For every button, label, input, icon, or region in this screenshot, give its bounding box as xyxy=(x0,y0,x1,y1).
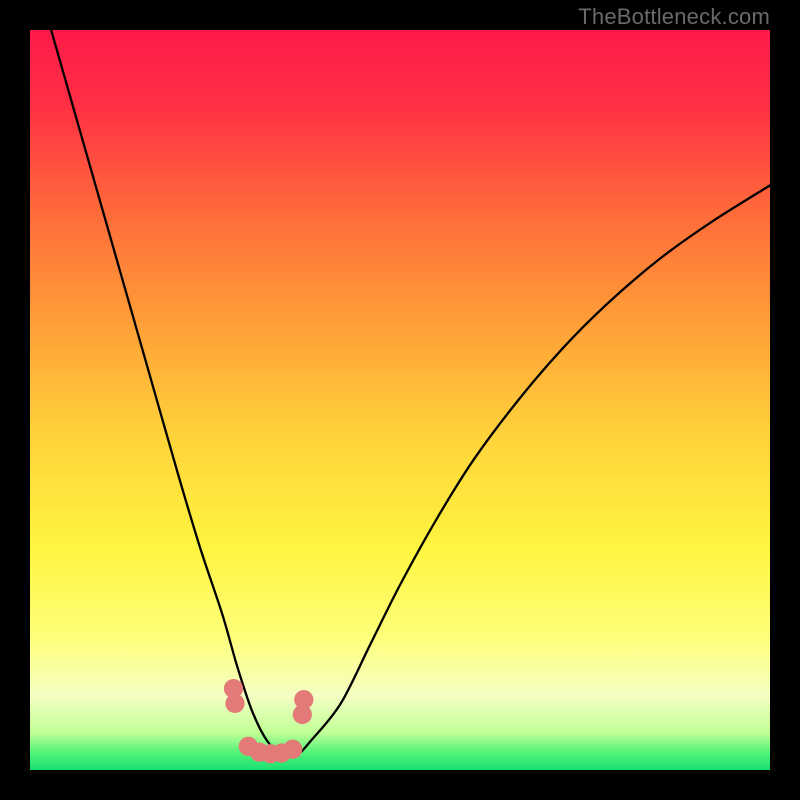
chart-svg xyxy=(30,30,770,770)
plot-area xyxy=(30,30,770,770)
marker-dot xyxy=(225,694,244,713)
marker-dot xyxy=(283,740,302,759)
marker-dot xyxy=(294,690,313,709)
bottleneck-curve xyxy=(30,30,770,757)
watermark-text: TheBottleneck.com xyxy=(578,4,770,30)
chart-frame: TheBottleneck.com xyxy=(0,0,800,800)
sweet-spot-markers xyxy=(224,679,314,763)
